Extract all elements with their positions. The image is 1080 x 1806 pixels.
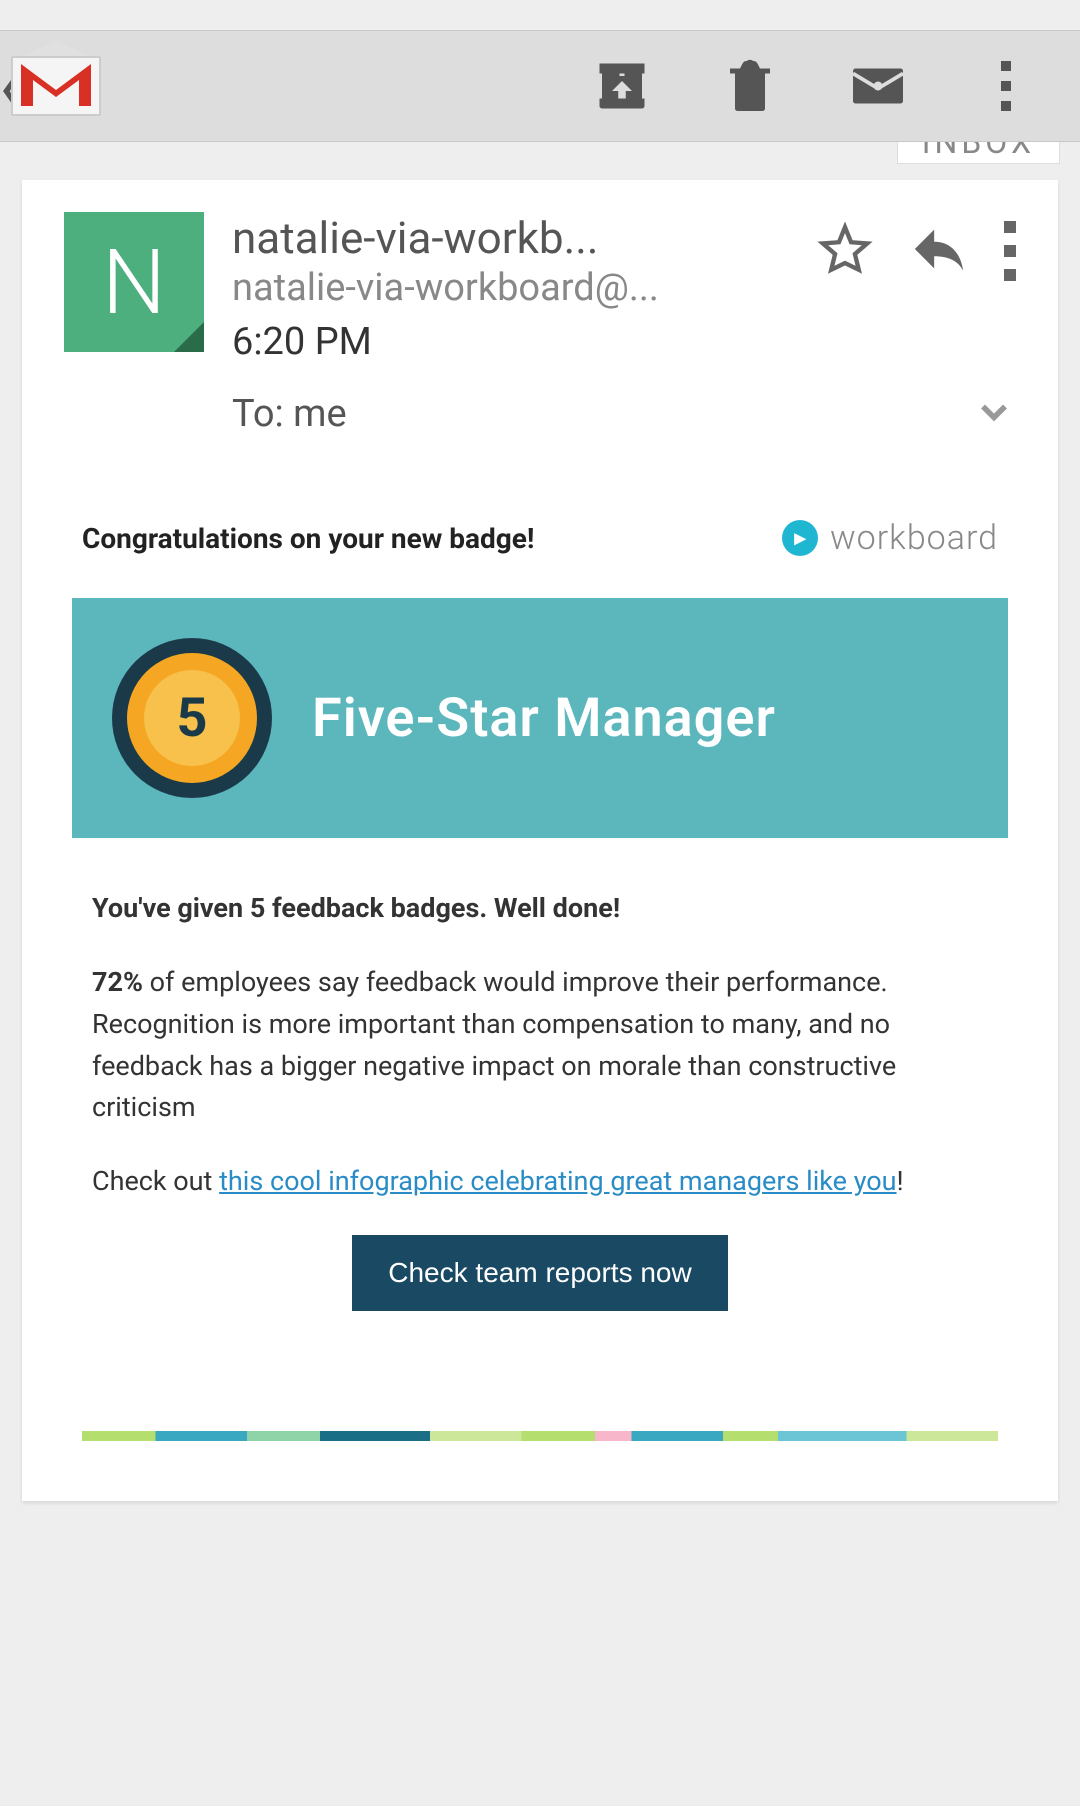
back-button[interactable]: ‹ xyxy=(0,46,101,126)
message-overflow-button[interactable] xyxy=(1004,221,1016,281)
chevron-down-icon xyxy=(972,390,1016,434)
footer-stripe xyxy=(82,1431,998,1441)
sender-email: natalie-via-workboard@... xyxy=(232,266,816,310)
expand-recipients-button[interactable] xyxy=(972,390,1016,438)
brand-name: workboard xyxy=(830,518,998,558)
email-body: Congratulations on your new badge! ▸ wor… xyxy=(22,438,1058,1441)
email-time: 6:20 PM xyxy=(232,320,816,364)
checkout-suffix: ! xyxy=(897,1165,904,1197)
mark-unread-button[interactable] xyxy=(814,56,942,116)
badge-number: 5 xyxy=(144,670,240,766)
check-reports-button[interactable]: Check team reports now xyxy=(352,1235,727,1311)
congrats-heading: Congratulations on your new badge! xyxy=(82,522,534,555)
sender-avatar[interactable]: N xyxy=(64,212,204,352)
more-vert-icon xyxy=(1001,61,1011,111)
body-line-1: You've given 5 feedback badges. Well don… xyxy=(92,888,988,930)
envelope-icon xyxy=(848,56,908,116)
star-button[interactable] xyxy=(816,220,874,282)
trash-icon xyxy=(720,56,780,116)
reply-icon xyxy=(910,220,968,278)
stat-percent: 72% xyxy=(92,966,143,998)
body-line-3: Check out this cool infographic celebrat… xyxy=(92,1161,988,1203)
recipients-summary[interactable]: To: me xyxy=(232,392,347,436)
delete-button[interactable] xyxy=(686,56,814,116)
folder-tab[interactable]: INBOX xyxy=(897,142,1060,164)
body-line-2-rest: of employees say feedback would improve … xyxy=(92,966,896,1124)
overflow-menu-button[interactable] xyxy=(942,61,1070,111)
app-toolbar: ‹ xyxy=(0,30,1080,142)
reply-button[interactable] xyxy=(910,220,968,282)
brand-logo: ▸ workboard xyxy=(782,518,998,558)
badge-medal-icon: 5 xyxy=(112,638,272,798)
gmail-icon xyxy=(11,46,101,126)
archive-icon xyxy=(592,56,652,116)
more-vert-icon xyxy=(1004,221,1016,281)
email-header: N natalie-via-workb... natalie-via-workb… xyxy=(22,212,1058,364)
archive-button[interactable] xyxy=(558,56,686,116)
body-line-2: 72% of employees say feedback would impr… xyxy=(92,962,988,1129)
infographic-link[interactable]: this cool infographic celebrating great … xyxy=(219,1165,896,1197)
email-card: N natalie-via-workb... natalie-via-workb… xyxy=(22,180,1058,1501)
checkout-prefix: Check out xyxy=(92,1165,219,1197)
star-outline-icon xyxy=(816,220,874,278)
banner-title: Five-Star Manager xyxy=(312,687,776,750)
workboard-icon: ▸ xyxy=(782,520,818,556)
sender-name: natalie-via-workb... xyxy=(232,212,816,264)
badge-banner: 5 Five-Star Manager xyxy=(72,598,1008,838)
